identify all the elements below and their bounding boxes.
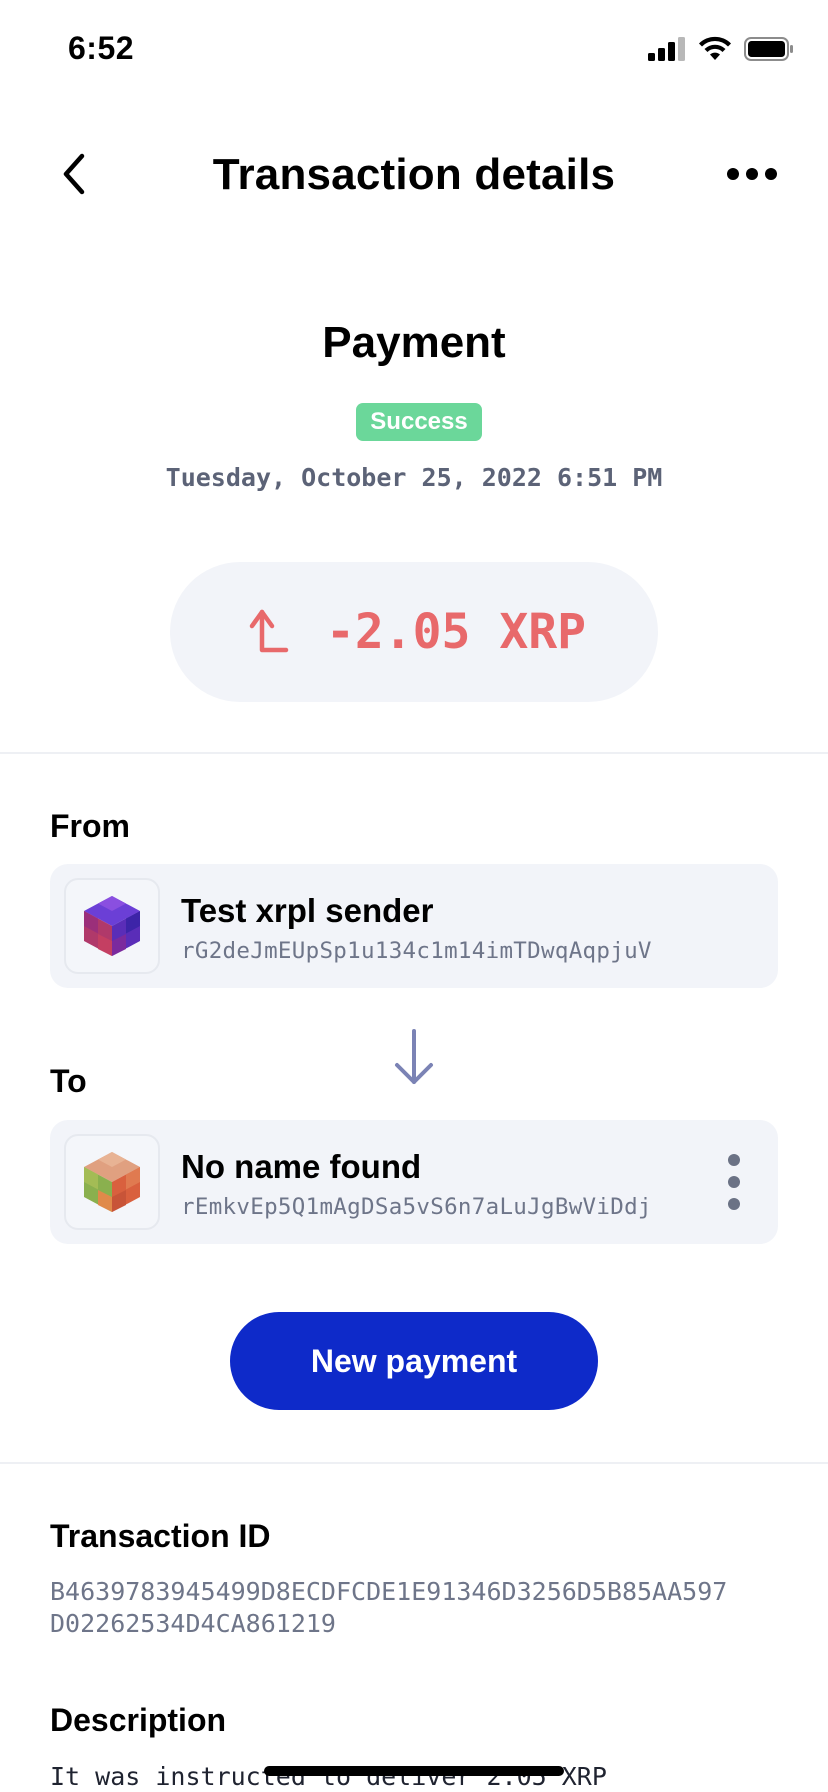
divider [0, 1462, 828, 1464]
transaction-id-line-1: B4639783945499D8ECDFCDE1E91346D3256D5B85… [50, 1577, 728, 1606]
divider [0, 752, 828, 754]
status-badge: Success [356, 403, 482, 441]
dot [728, 1198, 740, 1210]
transaction-id-line-2: D02262534D4CA861219 [50, 1609, 336, 1638]
description-label: Description [50, 1702, 227, 1738]
status-bar: 6:52 [0, 0, 828, 100]
home-indicator [264, 1766, 564, 1776]
transaction-id-label: Transaction ID [50, 1518, 271, 1554]
cube-avatar-icon [84, 1152, 140, 1212]
to-label: To [50, 1063, 87, 1099]
more-horizontal-icon [727, 168, 777, 180]
page-title: Transaction details [212, 150, 616, 199]
cube-avatar-icon [84, 896, 140, 956]
more-options-button[interactable] [722, 152, 782, 196]
from-account-card[interactable]: Test xrpl sender rG2deJmEUpSp1u134c1m14i… [50, 864, 778, 988]
to-account-card[interactable]: No name found rEmkvEp5Q1mAgDSa5vS6n7aLuJ… [50, 1120, 778, 1244]
from-avatar [64, 878, 160, 974]
new-payment-button[interactable]: New payment [230, 1312, 598, 1410]
status-time: 6:52 [68, 30, 135, 66]
to-account-name: No name found [181, 1148, 422, 1185]
transaction-amount: -2.05 XRP [325, 604, 587, 660]
nav-header: Transaction details [0, 130, 828, 220]
arrow-up-outgoing-icon [249, 609, 289, 653]
status-icons [648, 36, 794, 62]
to-account-address: rEmkvEp5Q1mAgDSa5vS6n7aLuJgBwViDdj [181, 1194, 652, 1220]
from-account-name: Test xrpl sender [181, 892, 434, 929]
transaction-date: Tuesday, October 25, 2022 6:51 PM [165, 463, 663, 492]
to-avatar [64, 1134, 160, 1230]
arrow-down-icon [395, 1029, 433, 1084]
dot [728, 1176, 740, 1188]
dot [728, 1154, 740, 1166]
account-options-button[interactable] [726, 1154, 742, 1210]
from-label: From [50, 808, 130, 844]
amount-pill: -2.05 XRP [170, 562, 658, 702]
battery-icon [744, 37, 793, 61]
wifi-icon [699, 36, 731, 60]
cellular-signal-icon [648, 37, 685, 61]
from-account-address: rG2deJmEUpSp1u134c1m14imTDwqAqpjuV [181, 938, 652, 964]
transaction-type: Payment [322, 318, 506, 367]
